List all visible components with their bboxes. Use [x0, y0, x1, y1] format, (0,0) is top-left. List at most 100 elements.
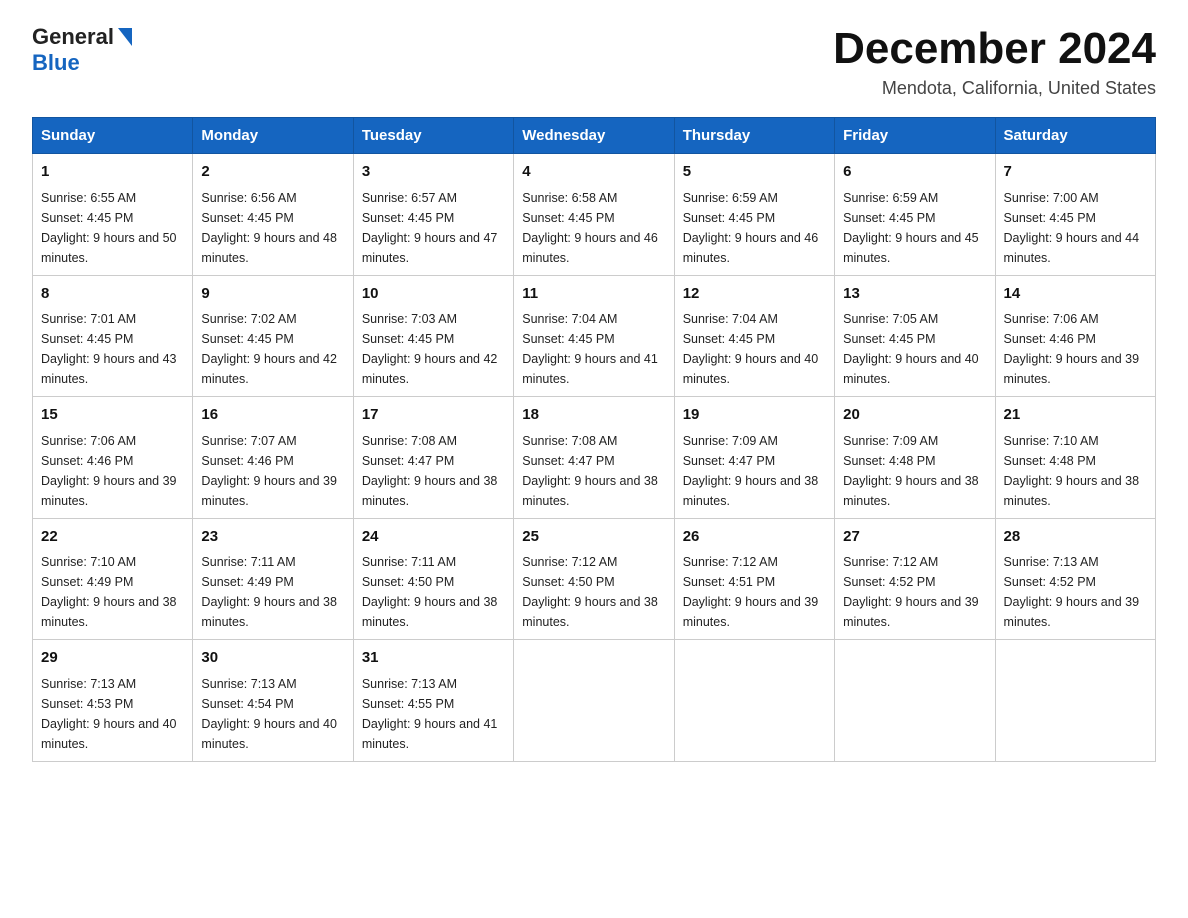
- day-number: 20: [843, 404, 986, 427]
- logo: General Blue: [32, 24, 132, 76]
- day-number: 23: [201, 526, 344, 549]
- day-number: 5: [683, 161, 826, 184]
- day-info: Sunrise: 7:02 AMSunset: 4:45 PMDaylight:…: [201, 309, 344, 389]
- day-number: 2: [201, 161, 344, 184]
- calendar-day-cell: 7 Sunrise: 7:00 AMSunset: 4:45 PMDayligh…: [995, 154, 1155, 276]
- calendar-day-cell: [995, 640, 1155, 762]
- day-number: 8: [41, 283, 184, 306]
- calendar-day-cell: 17 Sunrise: 7:08 AMSunset: 4:47 PMDaylig…: [353, 397, 513, 519]
- calendar-day-cell: [835, 640, 995, 762]
- calendar-day-cell: 4 Sunrise: 6:58 AMSunset: 4:45 PMDayligh…: [514, 154, 674, 276]
- calendar-subtitle: Mendota, California, United States: [833, 78, 1156, 99]
- calendar-table: SundayMondayTuesdayWednesdayThursdayFrid…: [32, 117, 1156, 762]
- day-info: Sunrise: 7:07 AMSunset: 4:46 PMDaylight:…: [201, 431, 344, 511]
- title-block: December 2024 Mendota, California, Unite…: [833, 24, 1156, 99]
- day-number: 13: [843, 283, 986, 306]
- calendar-day-header: Tuesday: [353, 118, 513, 154]
- day-info: Sunrise: 6:58 AMSunset: 4:45 PMDaylight:…: [522, 188, 665, 268]
- calendar-day-cell: 1 Sunrise: 6:55 AMSunset: 4:45 PMDayligh…: [33, 154, 193, 276]
- day-info: Sunrise: 6:57 AMSunset: 4:45 PMDaylight:…: [362, 188, 505, 268]
- day-info: Sunrise: 6:55 AMSunset: 4:45 PMDaylight:…: [41, 188, 184, 268]
- day-info: Sunrise: 7:11 AMSunset: 4:49 PMDaylight:…: [201, 552, 344, 632]
- calendar-day-header: Monday: [193, 118, 353, 154]
- calendar-day-cell: 10 Sunrise: 7:03 AMSunset: 4:45 PMDaylig…: [353, 275, 513, 397]
- day-info: Sunrise: 7:08 AMSunset: 4:47 PMDaylight:…: [522, 431, 665, 511]
- calendar-day-cell: 31 Sunrise: 7:13 AMSunset: 4:55 PMDaylig…: [353, 640, 513, 762]
- day-number: 18: [522, 404, 665, 427]
- day-number: 29: [41, 647, 184, 670]
- calendar-week-row: 22 Sunrise: 7:10 AMSunset: 4:49 PMDaylig…: [33, 518, 1156, 640]
- calendar-day-cell: 3 Sunrise: 6:57 AMSunset: 4:45 PMDayligh…: [353, 154, 513, 276]
- day-number: 30: [201, 647, 344, 670]
- day-info: Sunrise: 7:01 AMSunset: 4:45 PMDaylight:…: [41, 309, 184, 389]
- calendar-day-cell: 25 Sunrise: 7:12 AMSunset: 4:50 PMDaylig…: [514, 518, 674, 640]
- calendar-day-cell: 26 Sunrise: 7:12 AMSunset: 4:51 PMDaylig…: [674, 518, 834, 640]
- day-number: 7: [1004, 161, 1147, 184]
- logo-triangle-icon: [118, 28, 132, 46]
- day-info: Sunrise: 7:08 AMSunset: 4:47 PMDaylight:…: [362, 431, 505, 511]
- calendar-day-cell: 15 Sunrise: 7:06 AMSunset: 4:46 PMDaylig…: [33, 397, 193, 519]
- day-info: Sunrise: 7:13 AMSunset: 4:52 PMDaylight:…: [1004, 552, 1147, 632]
- calendar-week-row: 8 Sunrise: 7:01 AMSunset: 4:45 PMDayligh…: [33, 275, 1156, 397]
- calendar-day-cell: 2 Sunrise: 6:56 AMSunset: 4:45 PMDayligh…: [193, 154, 353, 276]
- day-number: 28: [1004, 526, 1147, 549]
- day-number: 31: [362, 647, 505, 670]
- day-info: Sunrise: 7:09 AMSunset: 4:47 PMDaylight:…: [683, 431, 826, 511]
- calendar-day-cell: [674, 640, 834, 762]
- calendar-day-cell: 24 Sunrise: 7:11 AMSunset: 4:50 PMDaylig…: [353, 518, 513, 640]
- calendar-day-cell: 18 Sunrise: 7:08 AMSunset: 4:47 PMDaylig…: [514, 397, 674, 519]
- day-number: 24: [362, 526, 505, 549]
- day-info: Sunrise: 7:10 AMSunset: 4:48 PMDaylight:…: [1004, 431, 1147, 511]
- day-info: Sunrise: 7:12 AMSunset: 4:51 PMDaylight:…: [683, 552, 826, 632]
- calendar-day-cell: 28 Sunrise: 7:13 AMSunset: 4:52 PMDaylig…: [995, 518, 1155, 640]
- day-number: 22: [41, 526, 184, 549]
- calendar-day-cell: 5 Sunrise: 6:59 AMSunset: 4:45 PMDayligh…: [674, 154, 834, 276]
- day-info: Sunrise: 7:05 AMSunset: 4:45 PMDaylight:…: [843, 309, 986, 389]
- day-info: Sunrise: 7:13 AMSunset: 4:53 PMDaylight:…: [41, 674, 184, 754]
- calendar-day-cell: 29 Sunrise: 7:13 AMSunset: 4:53 PMDaylig…: [33, 640, 193, 762]
- day-number: 27: [843, 526, 986, 549]
- day-info: Sunrise: 7:10 AMSunset: 4:49 PMDaylight:…: [41, 552, 184, 632]
- calendar-day-cell: [514, 640, 674, 762]
- day-info: Sunrise: 7:09 AMSunset: 4:48 PMDaylight:…: [843, 431, 986, 511]
- day-info: Sunrise: 7:03 AMSunset: 4:45 PMDaylight:…: [362, 309, 505, 389]
- day-info: Sunrise: 7:11 AMSunset: 4:50 PMDaylight:…: [362, 552, 505, 632]
- calendar-day-cell: 19 Sunrise: 7:09 AMSunset: 4:47 PMDaylig…: [674, 397, 834, 519]
- calendar-day-cell: 20 Sunrise: 7:09 AMSunset: 4:48 PMDaylig…: [835, 397, 995, 519]
- logo-general: General: [32, 24, 114, 50]
- calendar-day-header: Sunday: [33, 118, 193, 154]
- calendar-week-row: 1 Sunrise: 6:55 AMSunset: 4:45 PMDayligh…: [33, 154, 1156, 276]
- calendar-day-cell: 23 Sunrise: 7:11 AMSunset: 4:49 PMDaylig…: [193, 518, 353, 640]
- calendar-day-cell: 14 Sunrise: 7:06 AMSunset: 4:46 PMDaylig…: [995, 275, 1155, 397]
- day-number: 6: [843, 161, 986, 184]
- calendar-day-cell: 16 Sunrise: 7:07 AMSunset: 4:46 PMDaylig…: [193, 397, 353, 519]
- calendar-day-cell: 6 Sunrise: 6:59 AMSunset: 4:45 PMDayligh…: [835, 154, 995, 276]
- day-number: 9: [201, 283, 344, 306]
- day-info: Sunrise: 6:59 AMSunset: 4:45 PMDaylight:…: [843, 188, 986, 268]
- day-info: Sunrise: 6:59 AMSunset: 4:45 PMDaylight:…: [683, 188, 826, 268]
- day-number: 3: [362, 161, 505, 184]
- calendar-day-cell: 27 Sunrise: 7:12 AMSunset: 4:52 PMDaylig…: [835, 518, 995, 640]
- day-number: 11: [522, 283, 665, 306]
- calendar-day-header: Thursday: [674, 118, 834, 154]
- calendar-day-header: Saturday: [995, 118, 1155, 154]
- calendar-day-cell: 30 Sunrise: 7:13 AMSunset: 4:54 PMDaylig…: [193, 640, 353, 762]
- calendar-day-cell: 12 Sunrise: 7:04 AMSunset: 4:45 PMDaylig…: [674, 275, 834, 397]
- calendar-day-header: Wednesday: [514, 118, 674, 154]
- logo-blue: Blue: [32, 50, 80, 76]
- calendar-day-cell: 11 Sunrise: 7:04 AMSunset: 4:45 PMDaylig…: [514, 275, 674, 397]
- day-info: Sunrise: 7:13 AMSunset: 4:55 PMDaylight:…: [362, 674, 505, 754]
- calendar-day-cell: 22 Sunrise: 7:10 AMSunset: 4:49 PMDaylig…: [33, 518, 193, 640]
- day-info: Sunrise: 7:04 AMSunset: 4:45 PMDaylight:…: [683, 309, 826, 389]
- day-number: 10: [362, 283, 505, 306]
- day-number: 4: [522, 161, 665, 184]
- day-number: 15: [41, 404, 184, 427]
- day-number: 1: [41, 161, 184, 184]
- day-info: Sunrise: 7:12 AMSunset: 4:52 PMDaylight:…: [843, 552, 986, 632]
- page-header: General Blue December 2024 Mendota, Cali…: [32, 24, 1156, 99]
- calendar-day-cell: 8 Sunrise: 7:01 AMSunset: 4:45 PMDayligh…: [33, 275, 193, 397]
- calendar-week-row: 29 Sunrise: 7:13 AMSunset: 4:53 PMDaylig…: [33, 640, 1156, 762]
- day-info: Sunrise: 7:12 AMSunset: 4:50 PMDaylight:…: [522, 552, 665, 632]
- calendar-title: December 2024: [833, 24, 1156, 74]
- day-info: Sunrise: 7:06 AMSunset: 4:46 PMDaylight:…: [1004, 309, 1147, 389]
